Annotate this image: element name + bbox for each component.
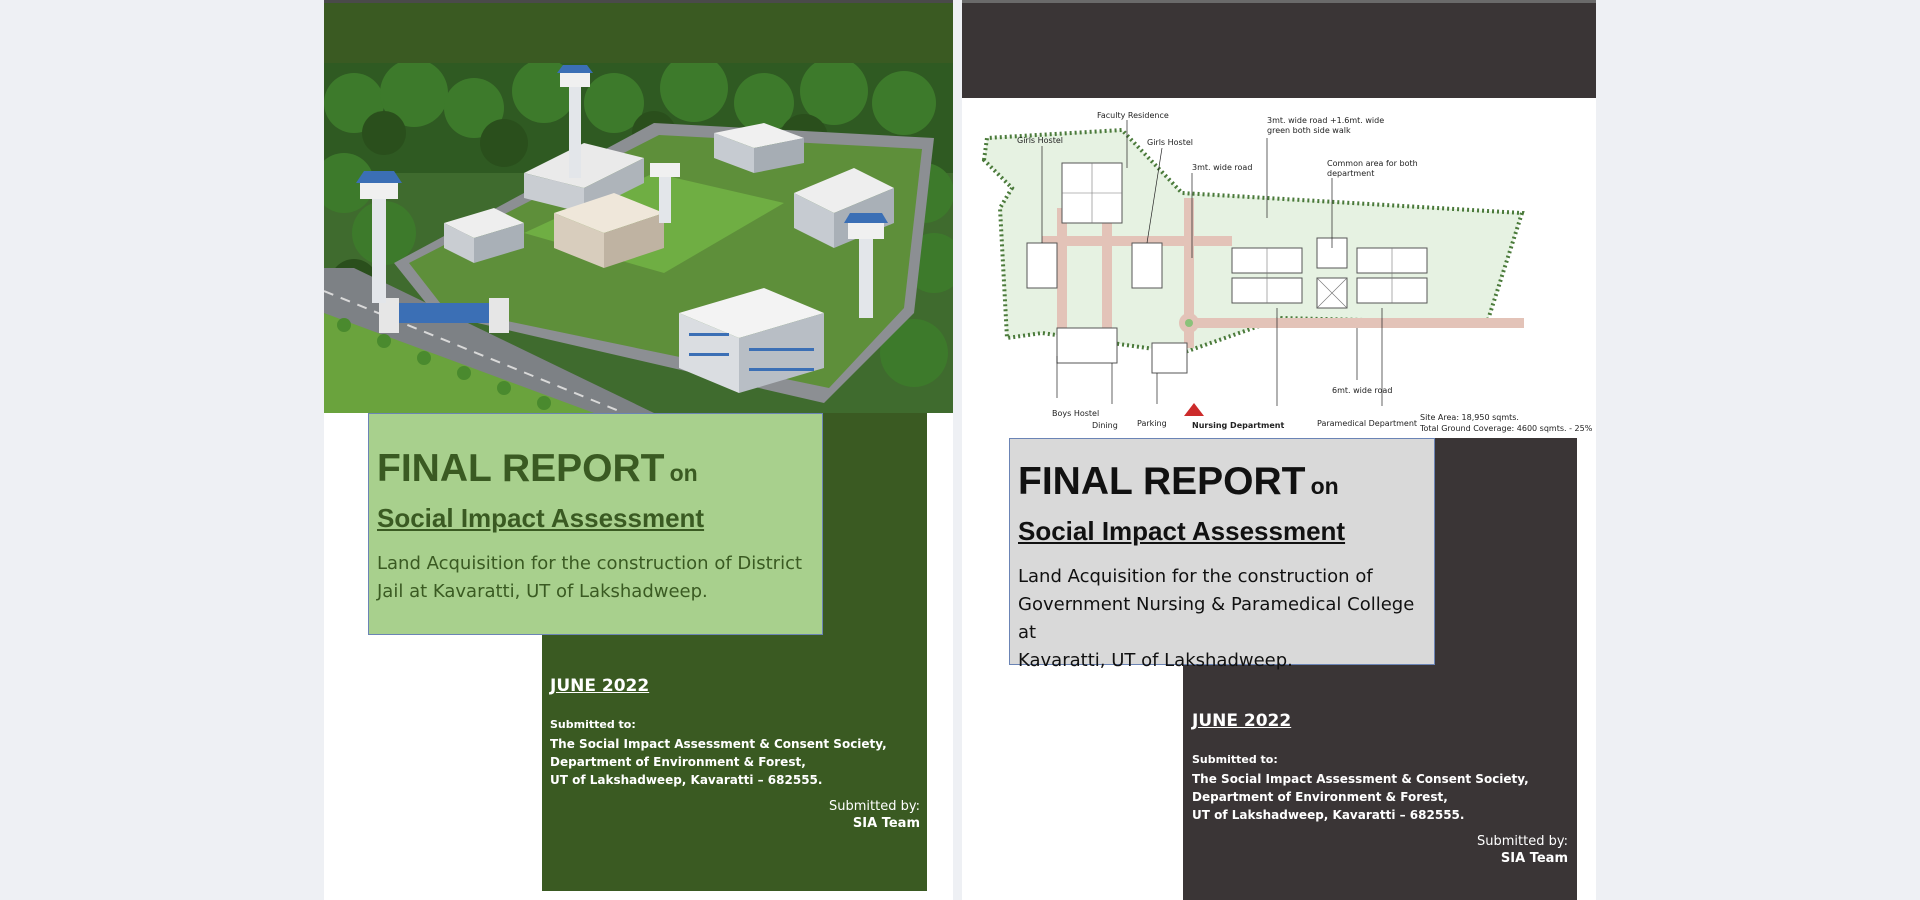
left-submission-info: JUNE 2022 Submitted to: The Social Impac… [550,676,920,831]
address-line: Department of Environment & Forest, [550,755,806,769]
report-title-text: FINAL REPORT [1018,460,1306,503]
report-description: Land Acquisition for the construction of… [1018,563,1434,675]
report-subtitle: Social Impact Assessment [1018,515,1346,546]
report-title-on: on [1310,473,1339,499]
plan-label-girls-hostel-1: Girls Hostel [1017,136,1063,145]
address-line: The Social Impact Assessment & Consent S… [1192,772,1529,786]
plan-label-6mt-road: 6mt. wide road [1332,386,1392,395]
address-line: UT of Lakshadweep, Kavaratti – 682555. [1192,808,1465,822]
report-title: FINAL REPORT on [1018,460,1434,504]
plan-label-dining: Dining [1092,421,1118,430]
left-title-box: FINAL REPORT on Social Impact Assessment… [368,413,823,635]
description-line: Jail at Kavaratti, UT of Lakshadweep. [377,580,708,602]
plan-label-common-area-2: department [1327,169,1374,178]
submitted-to-address: The Social Impact Assessment & Consent S… [550,735,920,789]
submitted-by-team: SIA Team [1500,851,1568,866]
description-line: Kavaratti, UT of Lakshadweep. [1018,649,1293,671]
jail-rendering-illustration [324,63,953,413]
plan-label-3mt-road-walk-1: 3mt. wide road +1.6mt. wide [1267,116,1384,125]
plan-label-3mt-road: 3mt. wide road [1192,163,1252,172]
submitted-to-label: Submitted to: [550,718,636,731]
submitted-by-label: Submitted by: [1477,834,1568,849]
report-date: JUNE 2022 [550,676,650,696]
submitted-to-address: The Social Impact Assessment & Consent S… [1192,770,1568,824]
description-line: Government Nursing & Paramedical College… [1018,593,1415,643]
report-page-nursing-college: Girls Hostel Faculty Residence Girls Hos… [962,0,1596,900]
plan-label-ground-coverage: Total Ground Coverage: 4600 sqmts. - 25% [1419,424,1593,433]
plan-label-faculty-residence: Faculty Residence [1097,111,1169,120]
plan-label-girls-hostel-2: Girls Hostel [1147,138,1193,147]
report-title-on: on [669,460,698,486]
report-page-district-jail: FINAL REPORT on Social Impact Assessment… [324,0,953,900]
site-plan-image: Girls Hostel Faculty Residence Girls Hos… [962,98,1596,438]
submitted-to-label: Submitted to: [1192,753,1278,766]
plan-label-3mt-road-walk-2: green both side walk [1267,126,1351,135]
top-banner [962,0,1596,98]
report-description: Land Acquisition for the construction of… [377,550,822,606]
top-banner [324,0,953,63]
description-line: Land Acquisition for the construction of… [377,552,803,574]
site-plan-drawing: Girls Hostel Faculty Residence Girls Hos… [981,111,1593,433]
jail-rendering-image [324,63,953,413]
plan-label-parking: Parking [1137,419,1167,428]
plan-label-nursing-department: Nursing Department [1192,421,1284,430]
right-title-box: FINAL REPORT on Social Impact Assessment… [1009,438,1435,671]
report-date: JUNE 2022 [1192,711,1292,731]
plan-label-common-area-1: Common area for both [1327,159,1418,168]
report-title-text: FINAL REPORT [377,447,665,490]
submitted-by-label: Submitted by: [829,799,920,814]
submitted-by-team: SIA Team [852,816,920,831]
address-line: Department of Environment & Forest, [1192,790,1448,804]
description-line: Land Acquisition for the construction of [1018,565,1373,587]
plan-label-paramedical-department: Paramedical Department [1317,419,1417,428]
report-subtitle: Social Impact Assessment [377,502,705,533]
address-line: The Social Impact Assessment & Consent S… [550,737,887,751]
report-title: FINAL REPORT on [377,447,822,491]
address-line: UT of Lakshadweep, Kavaratti – 682555. [550,773,823,787]
plan-label-site-area: Site Area: 18,950 sqmts. [1420,413,1519,422]
plan-label-boys-hostel: Boys Hostel [1052,409,1099,418]
right-submission-info: JUNE 2022 Submitted to: The Social Impac… [1192,711,1568,866]
